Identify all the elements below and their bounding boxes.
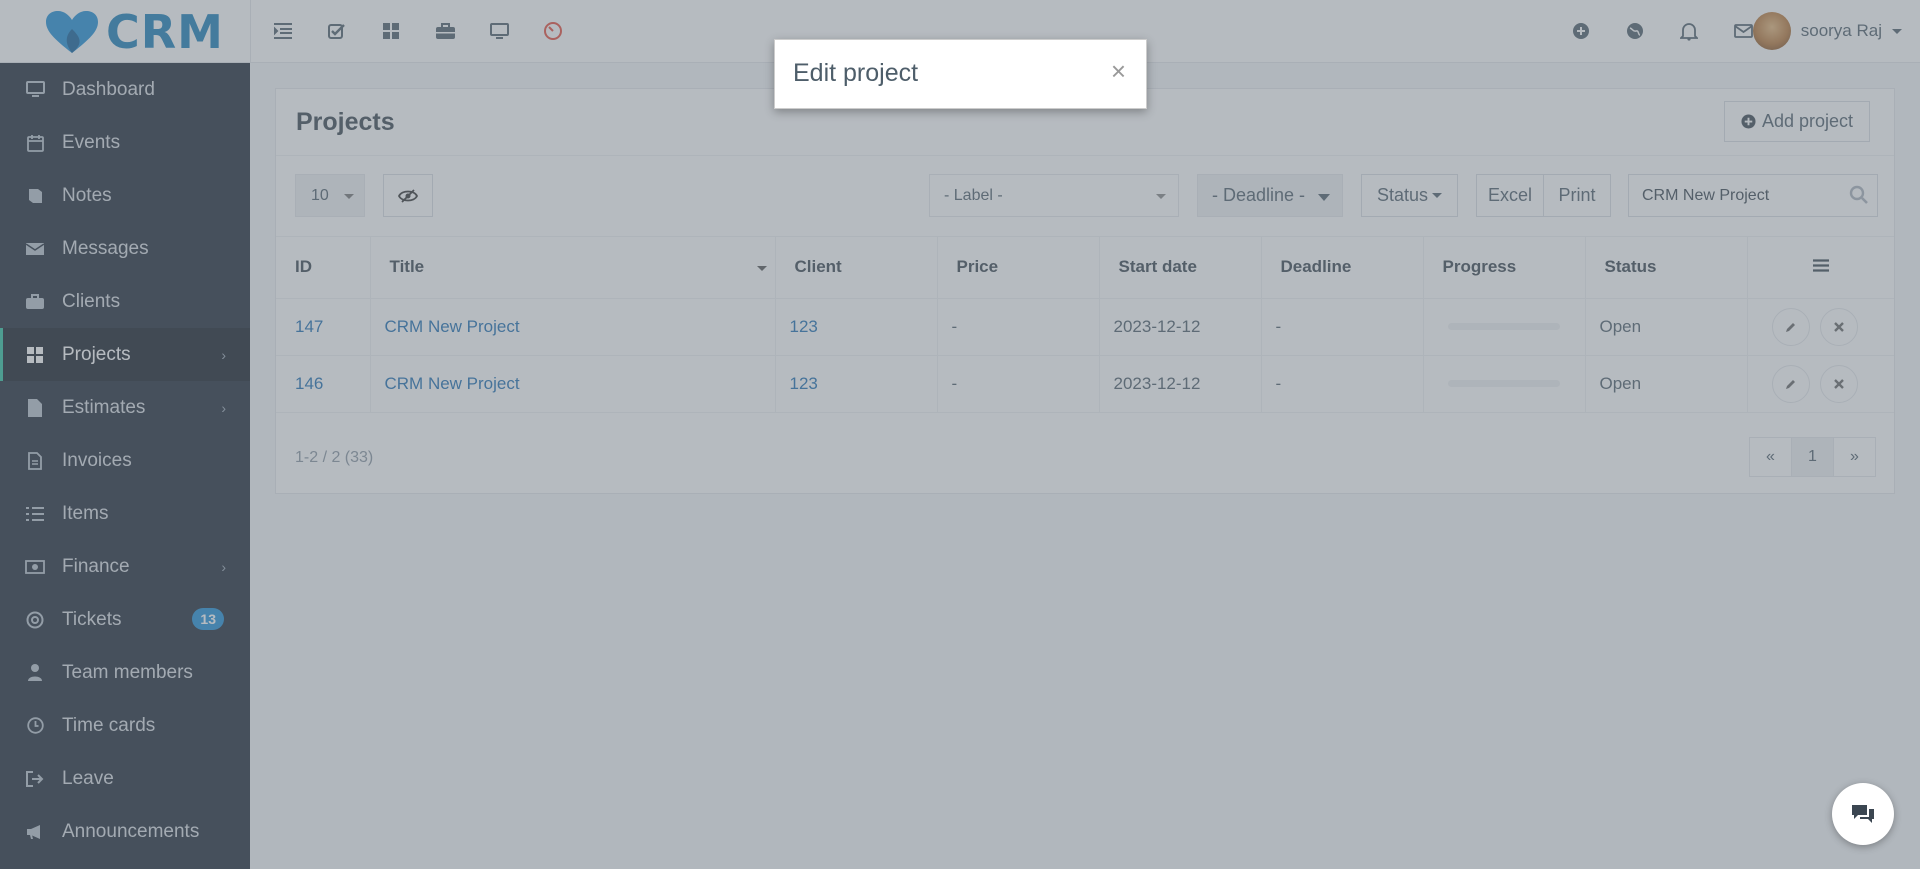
close-icon[interactable]: × (1111, 56, 1126, 87)
comments-icon (1852, 805, 1874, 823)
modal-title: Edit project (793, 59, 919, 87)
edit-project-modal: Edit project × (774, 39, 1147, 109)
chat-button[interactable] (1832, 783, 1894, 845)
modal-backdrop[interactable] (0, 0, 1920, 869)
